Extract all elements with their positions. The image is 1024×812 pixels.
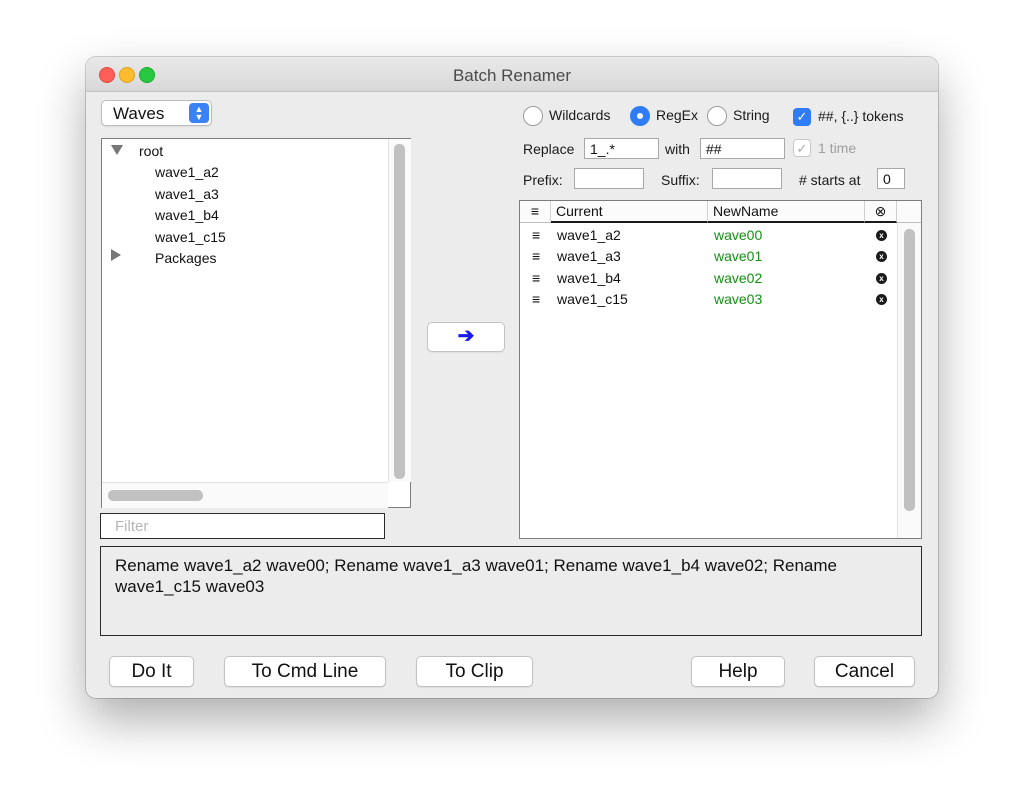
newname-column-header[interactable]: NewName: [708, 201, 865, 223]
new-name-cell[interactable]: wave01: [714, 248, 762, 264]
source-type-popup[interactable]: Waves ▲ ▼: [101, 100, 212, 126]
tree-vertical-scroll-thumb[interactable]: [394, 144, 405, 479]
string-radio[interactable]: [707, 106, 727, 126]
tokens-checkbox[interactable]: ✓: [793, 108, 811, 126]
current-name-cell[interactable]: wave1_b4: [557, 270, 621, 286]
remove-icon[interactable]: x: [876, 294, 887, 305]
right-arrow-icon: ➔: [457, 325, 475, 347]
current-name-cell[interactable]: wave1_a3: [557, 248, 621, 264]
popup-arrows-icon: ▲ ▼: [189, 103, 209, 123]
suffix-field[interactable]: [712, 168, 782, 189]
to-clip-button[interactable]: To Clip: [416, 656, 533, 687]
filter-input[interactable]: [100, 513, 385, 539]
window-title: Batch Renamer: [452, 66, 572, 85]
title-bar[interactable]: Batch Renamer: [86, 57, 938, 92]
drag-handle-icon[interactable]: ≡: [532, 270, 540, 286]
handle-column-header[interactable]: ≡: [520, 201, 551, 223]
table-vertical-scroll-thumb[interactable]: [904, 229, 915, 511]
object-tree[interactable]: root wave1_a2 wave1_a3 wave1_b4 wave1_c1…: [101, 138, 411, 508]
drag-handle-icon[interactable]: ≡: [532, 227, 540, 243]
disclosure-open-icon[interactable]: [111, 145, 123, 155]
replace-pattern-field[interactable]: [584, 138, 659, 159]
starts-at-label: # starts at: [799, 172, 861, 188]
rename-table[interactable]: ≡ Current NewName ⊗ ≡ wave1_a2 wave00 x …: [519, 200, 922, 539]
help-button[interactable]: Help: [691, 656, 785, 687]
replace-with-field[interactable]: [700, 138, 785, 159]
tree-horizontal-scroll-thumb[interactable]: [108, 490, 203, 501]
tree-item-wave[interactable]: wave1_b4: [155, 207, 219, 223]
tree-item-wave[interactable]: wave1_a2: [155, 164, 219, 180]
string-label[interactable]: String: [733, 107, 770, 123]
remove-column-header[interactable]: ⊗: [865, 201, 897, 223]
replace-label: Replace: [523, 141, 575, 157]
remove-icon[interactable]: x: [876, 273, 887, 284]
command-preview: Rename wave1_a2 wave00; Rename wave1_a3 …: [100, 546, 922, 636]
drag-handle-icon[interactable]: ≡: [532, 291, 540, 307]
one-time-checkbox[interactable]: ✓: [793, 139, 811, 157]
prefix-label: Prefix:: [523, 172, 563, 188]
tree-item-packages[interactable]: Packages: [155, 250, 216, 266]
current-name-cell[interactable]: wave1_a2: [557, 227, 621, 243]
wildcards-radio[interactable]: [523, 106, 543, 126]
to-cmd-line-button[interactable]: To Cmd Line: [224, 656, 386, 687]
remove-icon[interactable]: x: [876, 251, 887, 262]
tree-root-item[interactable]: root: [139, 143, 163, 159]
disclosure-closed-icon[interactable]: [111, 249, 121, 261]
new-name-cell[interactable]: wave00: [714, 227, 762, 243]
tree-item-wave[interactable]: wave1_c15: [155, 229, 226, 245]
with-label: with: [665, 141, 690, 157]
one-time-label[interactable]: 1 time: [818, 140, 856, 156]
suffix-label: Suffix:: [661, 172, 700, 188]
regex-radio[interactable]: [630, 106, 650, 126]
do-it-button[interactable]: Do It: [109, 656, 194, 687]
tree-item-wave[interactable]: wave1_a3: [155, 186, 219, 202]
wildcards-label[interactable]: Wildcards: [549, 107, 610, 123]
source-type-value: Waves: [113, 104, 165, 123]
checkmark-icon: ✓: [796, 141, 808, 156]
tokens-label[interactable]: ##, {..} tokens: [818, 108, 904, 124]
regex-label[interactable]: RegEx: [656, 107, 698, 123]
current-column-header[interactable]: Current: [551, 201, 708, 223]
new-name-cell[interactable]: wave02: [714, 270, 762, 286]
new-name-cell[interactable]: wave03: [714, 291, 762, 307]
cancel-button[interactable]: Cancel: [814, 656, 915, 687]
current-name-cell[interactable]: wave1_c15: [557, 291, 628, 307]
drag-handle-icon[interactable]: ≡: [532, 248, 540, 264]
table-header-corner: [897, 201, 921, 223]
add-to-list-button[interactable]: ➔: [427, 322, 505, 352]
remove-icon[interactable]: x: [876, 230, 887, 241]
starts-at-field[interactable]: [877, 168, 905, 189]
checkmark-icon: ✓: [796, 109, 808, 124]
prefix-field[interactable]: [574, 168, 644, 189]
